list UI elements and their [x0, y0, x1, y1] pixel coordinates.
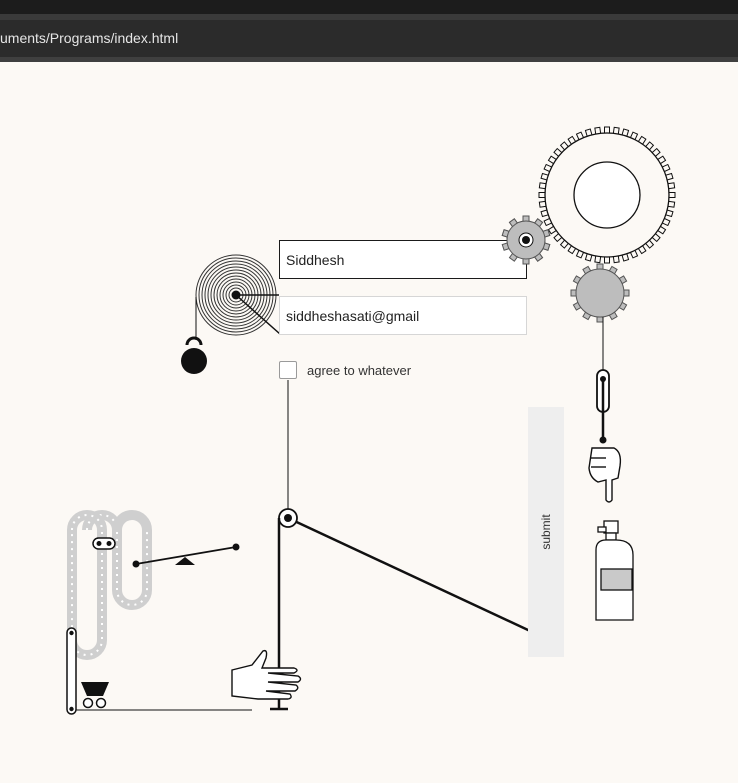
hand-rod-pin — [599, 436, 607, 444]
chain-latch — [92, 537, 116, 550]
pulley-icon — [278, 508, 298, 528]
open-hand-icon — [231, 649, 302, 700]
chain-loop-icon — [67, 510, 152, 660]
submit-button-label: submit — [539, 514, 553, 550]
agree-checkbox[interactable] — [279, 361, 297, 379]
track-pin-bottom — [69, 706, 74, 712]
pointing-hand-icon — [588, 447, 622, 503]
gear-icon — [538, 126, 676, 264]
rube-goldberg-machine — [66, 126, 676, 715]
spray-bottle-icon — [595, 520, 634, 621]
track-post — [66, 627, 77, 715]
submit-button[interactable]: submit — [528, 407, 564, 657]
agree-checkbox-label: agree to whatever — [307, 363, 412, 378]
chain-latch-pin-left — [96, 541, 102, 546]
email-field[interactable] — [279, 296, 527, 335]
lever-arm — [287, 516, 544, 639]
gear-icon — [570, 263, 630, 323]
track-pin-top — [69, 630, 74, 636]
kettlebell-icon — [181, 336, 207, 374]
cart-icon — [81, 682, 109, 709]
name-field[interactable] — [279, 240, 527, 279]
chain-latch-pin-right — [106, 541, 112, 546]
